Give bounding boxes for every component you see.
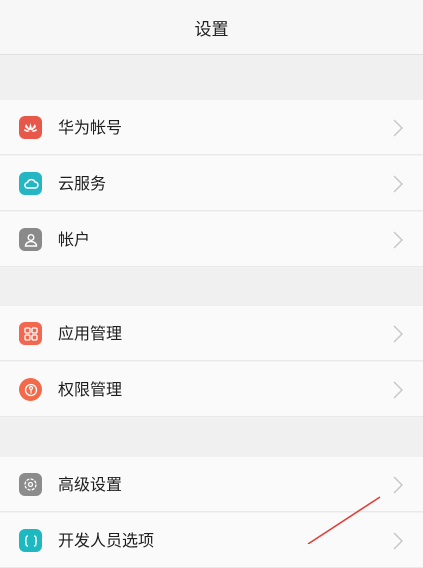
cloud-icon [19,172,42,195]
settings-item-advanced-settings[interactable]: 高级设置 [0,457,423,512]
settings-item-label: 帐户 [58,230,91,249]
account-icon [19,228,42,251]
settings-item-label: 权限管理 [58,380,123,399]
section-divider [0,55,423,100]
chevron-right-icon [393,175,403,193]
section-divider [0,268,423,306]
settings-item-label: 云服务 [58,174,107,193]
settings-item-label: 高级设置 [58,475,123,494]
settings-item-label: 应用管理 [58,324,123,343]
chevron-right-icon [393,381,403,399]
huawei-logo-icon [19,116,42,139]
settings-item-label: 华为帐号 [58,118,123,137]
permission-icon [19,378,42,401]
settings-item-cloud-service[interactable]: 云服务 [0,156,423,211]
settings-item-label: 开发人员选项 [58,531,155,550]
page-title-bar: 设置 [0,0,423,55]
advanced-settings-icon [19,473,42,496]
apps-icon [19,322,42,345]
settings-item-accounts[interactable]: 帐户 [0,212,423,267]
section-divider [0,418,423,457]
chevron-right-icon [393,119,403,137]
chevron-right-icon [393,325,403,343]
settings-item-permission-management[interactable]: 权限管理 [0,362,423,417]
developer-icon [19,529,42,552]
chevron-right-icon [393,532,403,550]
chevron-right-icon [393,476,403,494]
settings-item-developer-options[interactable]: 开发人员选项 [0,513,423,568]
page-title: 设置 [194,19,229,40]
settings-item-huawei-account[interactable]: 华为帐号 [0,100,423,155]
chevron-right-icon [393,231,403,249]
settings-item-app-management[interactable]: 应用管理 [0,306,423,361]
